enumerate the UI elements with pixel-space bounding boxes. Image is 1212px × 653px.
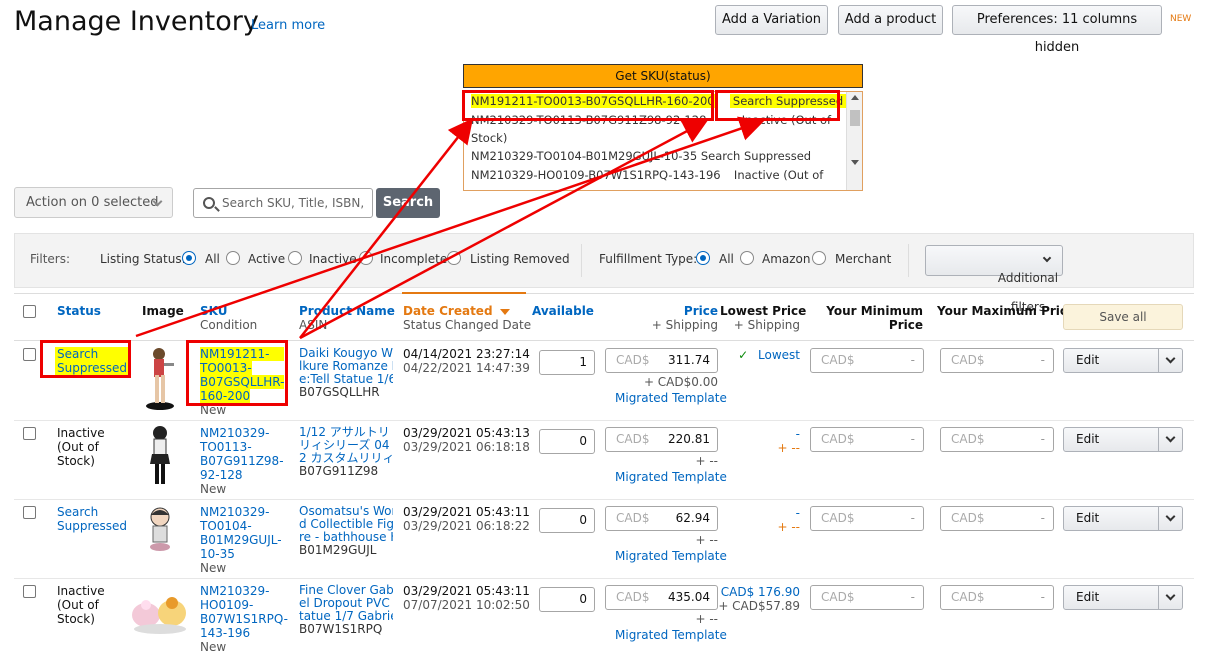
arrow-sku-to-status	[299, 119, 709, 340]
annotation-arrows	[135, 116, 765, 340]
arrow-status-to-widget	[135, 116, 765, 338]
